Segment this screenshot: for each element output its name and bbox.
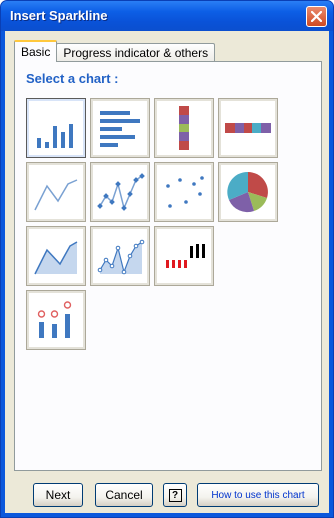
- chart-option-bullet-bar[interactable]: [26, 290, 86, 350]
- close-button[interactable]: [306, 6, 327, 27]
- chart-option-stacked-bar[interactable]: [218, 98, 278, 158]
- chart-option-line-markers[interactable]: [90, 162, 150, 222]
- chart-option-line[interactable]: [26, 162, 86, 222]
- stacked-column-icon: [179, 106, 189, 150]
- chart-option-scatter[interactable]: [154, 162, 214, 222]
- tab-panel: Select a chart :: [14, 61, 322, 471]
- pie-chart-icon: [227, 171, 268, 213]
- line-markers-icon: [97, 173, 145, 211]
- line-chart-icon: [34, 179, 78, 211]
- area-markers-icon: [97, 239, 145, 275]
- title-bar[interactable]: Insert Sparkline: [1, 1, 333, 31]
- cancel-button[interactable]: Cancel: [95, 483, 153, 507]
- help-icon: ?: [168, 488, 182, 502]
- column-chart-icon: [37, 124, 73, 148]
- chart-option-win-loss[interactable]: [154, 226, 214, 286]
- dialog-body: Basic Progress indicator & others Select…: [5, 31, 329, 513]
- window-title: Insert Sparkline: [10, 8, 108, 23]
- area-chart-icon: [34, 241, 78, 275]
- insert-sparkline-dialog: Insert Sparkline Basic Progress indicato…: [0, 0, 334, 518]
- chart-option-area-markers[interactable]: [90, 226, 150, 286]
- chart-option-stacked-column[interactable]: [154, 98, 214, 158]
- chart-option-pie[interactable]: [218, 162, 278, 222]
- stacked-bar-icon: [225, 123, 271, 133]
- close-icon: [311, 11, 322, 22]
- how-to-use-button[interactable]: How to use this chart: [197, 483, 319, 507]
- chart-option-column[interactable]: [26, 98, 86, 158]
- button-bar: Next Cancel ? How to use this chart: [5, 473, 329, 515]
- help-button[interactable]: ?: [163, 483, 187, 507]
- scatter-chart-icon: [166, 176, 204, 208]
- chart-option-bar[interactable]: [90, 98, 150, 158]
- chart-option-area[interactable]: [26, 226, 86, 286]
- bullet-bar-icon: [37, 301, 72, 338]
- tab-strip: Basic Progress indicator & others: [14, 40, 216, 62]
- next-button[interactable]: Next: [33, 483, 83, 507]
- tab-progress-indicator-others[interactable]: Progress indicator & others: [56, 43, 216, 62]
- bar-chart-icon: [100, 111, 140, 147]
- select-chart-heading: Select a chart :: [26, 71, 119, 86]
- tab-basic[interactable]: Basic: [14, 40, 58, 62]
- win-loss-icon: [166, 244, 205, 268]
